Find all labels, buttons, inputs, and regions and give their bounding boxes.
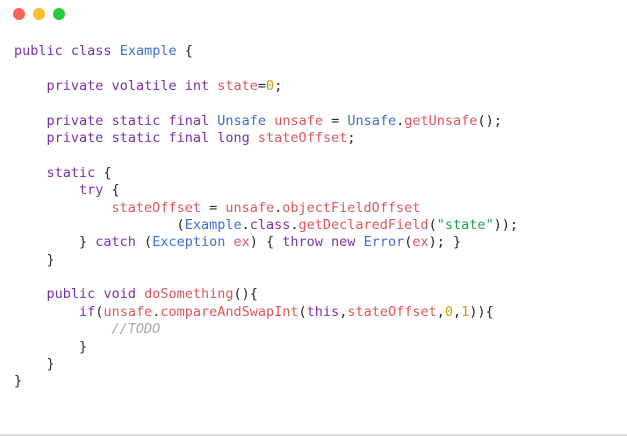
code-line: private volatile int state=0; [46, 77, 283, 94]
close-button[interactable] [13, 8, 25, 20]
window-controls [13, 8, 65, 20]
minimize-button[interactable] [33, 8, 45, 20]
code-line: try { [79, 182, 120, 199]
code-line: } catch (Exception ex) { throw new Error… [14, 234, 462, 251]
code-line: } [14, 338, 88, 355]
code-line: } [14, 356, 55, 373]
code-window: public class Example { private volatile … [0, 0, 627, 436]
code-line: } [14, 251, 55, 268]
maximize-button[interactable] [53, 8, 65, 20]
code-block: public class Example { private volatile … [14, 43, 518, 391]
code-line: //TODO [111, 321, 161, 338]
code-line: if(unsafe.compareAndSwapInt(this,stateOf… [79, 303, 494, 320]
code-line: public class Example { [14, 43, 193, 59]
code-line: stateOffset = unsafe.objectFieldOffset [111, 199, 421, 216]
code-line: } [14, 373, 23, 390]
code-line: private static final Unsafe unsafe = Uns… [46, 112, 502, 129]
code-line: public void doSomething(){ [46, 286, 258, 303]
code-line: private static final long stateOffset; [46, 129, 356, 146]
code-line: (Example.class.getDeclaredField("state")… [14, 216, 518, 233]
code-line: static { [46, 164, 112, 181]
